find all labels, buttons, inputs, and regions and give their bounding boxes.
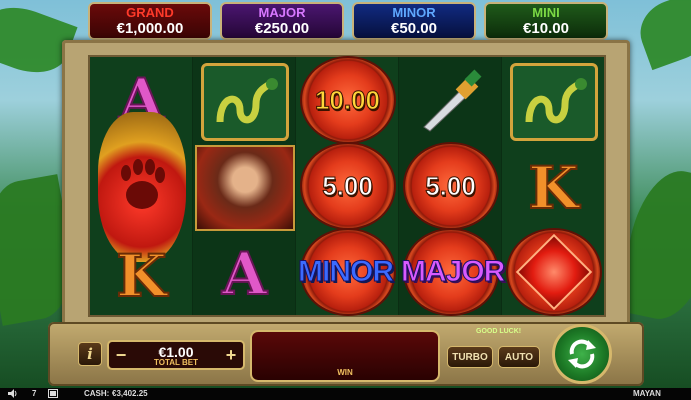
reel-5: K [502,57,605,315]
reel-2: A [193,57,296,315]
coin-value: 5.00 [425,170,477,201]
bet-decrease-button[interactable]: − [112,344,130,366]
jackpot-minor-amount: €50.00 [391,20,437,37]
serpent-icon [200,63,289,141]
history-icon[interactable] [48,389,58,400]
jackpot-grand-amount: €1,000.00 [116,20,184,37]
red-gem-icon [515,233,592,311]
cash-coin: 10.00 [301,58,394,142]
win-label: WIN [337,368,353,377]
good-luck-message: GOOD LUCK! [476,328,522,335]
jackpot-major: MAJOR €250.00 [220,2,344,40]
mayan-queen-portrait [194,145,295,231]
spin-button[interactable] [552,324,612,384]
jackpot-minor: MINOR €50.00 [352,2,476,40]
symbol-a: A [193,231,296,317]
cash-value: €3,402.25 [112,389,148,398]
jackpot-grand-label: GRAND [126,5,174,20]
spin-arrows-icon [568,339,596,369]
cash-coin: 5.00 [404,144,497,228]
symbol-k: K [90,233,193,319]
jackpot-mini-amount: €10.00 [523,20,569,37]
info-button[interactable]: i [78,342,102,366]
coin-symbol [502,229,605,315]
autoplay-button[interactable]: AUTO [498,346,540,368]
coin-symbol: MAJOR [399,229,506,315]
coin-value: 5.00 [322,170,374,201]
jackpot-bar: GRAND €1,000.00 MAJOR €250.00 MINOR €50.… [88,2,608,40]
symbol-k-letter: K [527,154,579,222]
symbol-a-letter: A [221,240,268,308]
dagger-icon [411,60,491,140]
reel-area: A K A 10.00 5.00 MINOR 5.00 MAJOR K [88,55,606,317]
major-jackpot-label: MAJOR [400,255,505,289]
cash-coin: 5.00 [301,144,394,228]
bet-increase-button[interactable]: + [222,344,240,366]
sound-icon[interactable] [8,389,18,400]
total-bet-label: TOTAL BET [154,358,198,367]
turbo-button[interactable]: TURBO [447,346,493,368]
reel-1: A K [90,57,193,315]
coin-symbol: 5.00 [296,143,399,229]
bet-selector: − €1.00 TOTAL BET + [107,340,245,370]
minor-jackpot-label: MINOR [298,255,395,289]
jackpot-major-amount: €250.00 [254,20,310,37]
claw-icon [120,159,165,209]
jackpot-mini-label: MINI [532,5,560,20]
symbol-dagger [399,57,502,143]
round-counter: 7 [32,389,37,398]
coin-value: 10.00 [314,84,381,115]
symbol-queen [193,145,296,231]
gem-coin [507,230,600,314]
symbol-k: K [502,145,605,231]
jackpot-mini: MINI €10.00 [484,2,608,40]
win-display: WIN [250,330,440,382]
coin-symbol: 5.00 [399,143,502,229]
symbol-k-letter: K [115,242,167,310]
jackpot-grand: GRAND €1,000.00 [88,2,212,40]
coin-symbol: MINOR [296,229,399,315]
leaf-decoration [631,0,691,71]
symbol-serpent [502,59,605,145]
coin-symbol: 10.00 [296,57,399,143]
reel-3: 10.00 5.00 MINOR [296,57,399,315]
symbol-serpent [193,59,296,145]
jackpot-minor-label: MINOR [392,5,436,20]
reel-4: 5.00 MAJOR [399,57,506,315]
cash-label: CASH: [84,389,110,398]
status-bar: 7 CASH: €3,402.25 MAYAN CACHE [0,388,691,400]
serpent-icon [509,63,598,141]
game-name: MAYAN CACHE [633,389,661,400]
jackpot-major-label: MAJOR [258,5,306,20]
